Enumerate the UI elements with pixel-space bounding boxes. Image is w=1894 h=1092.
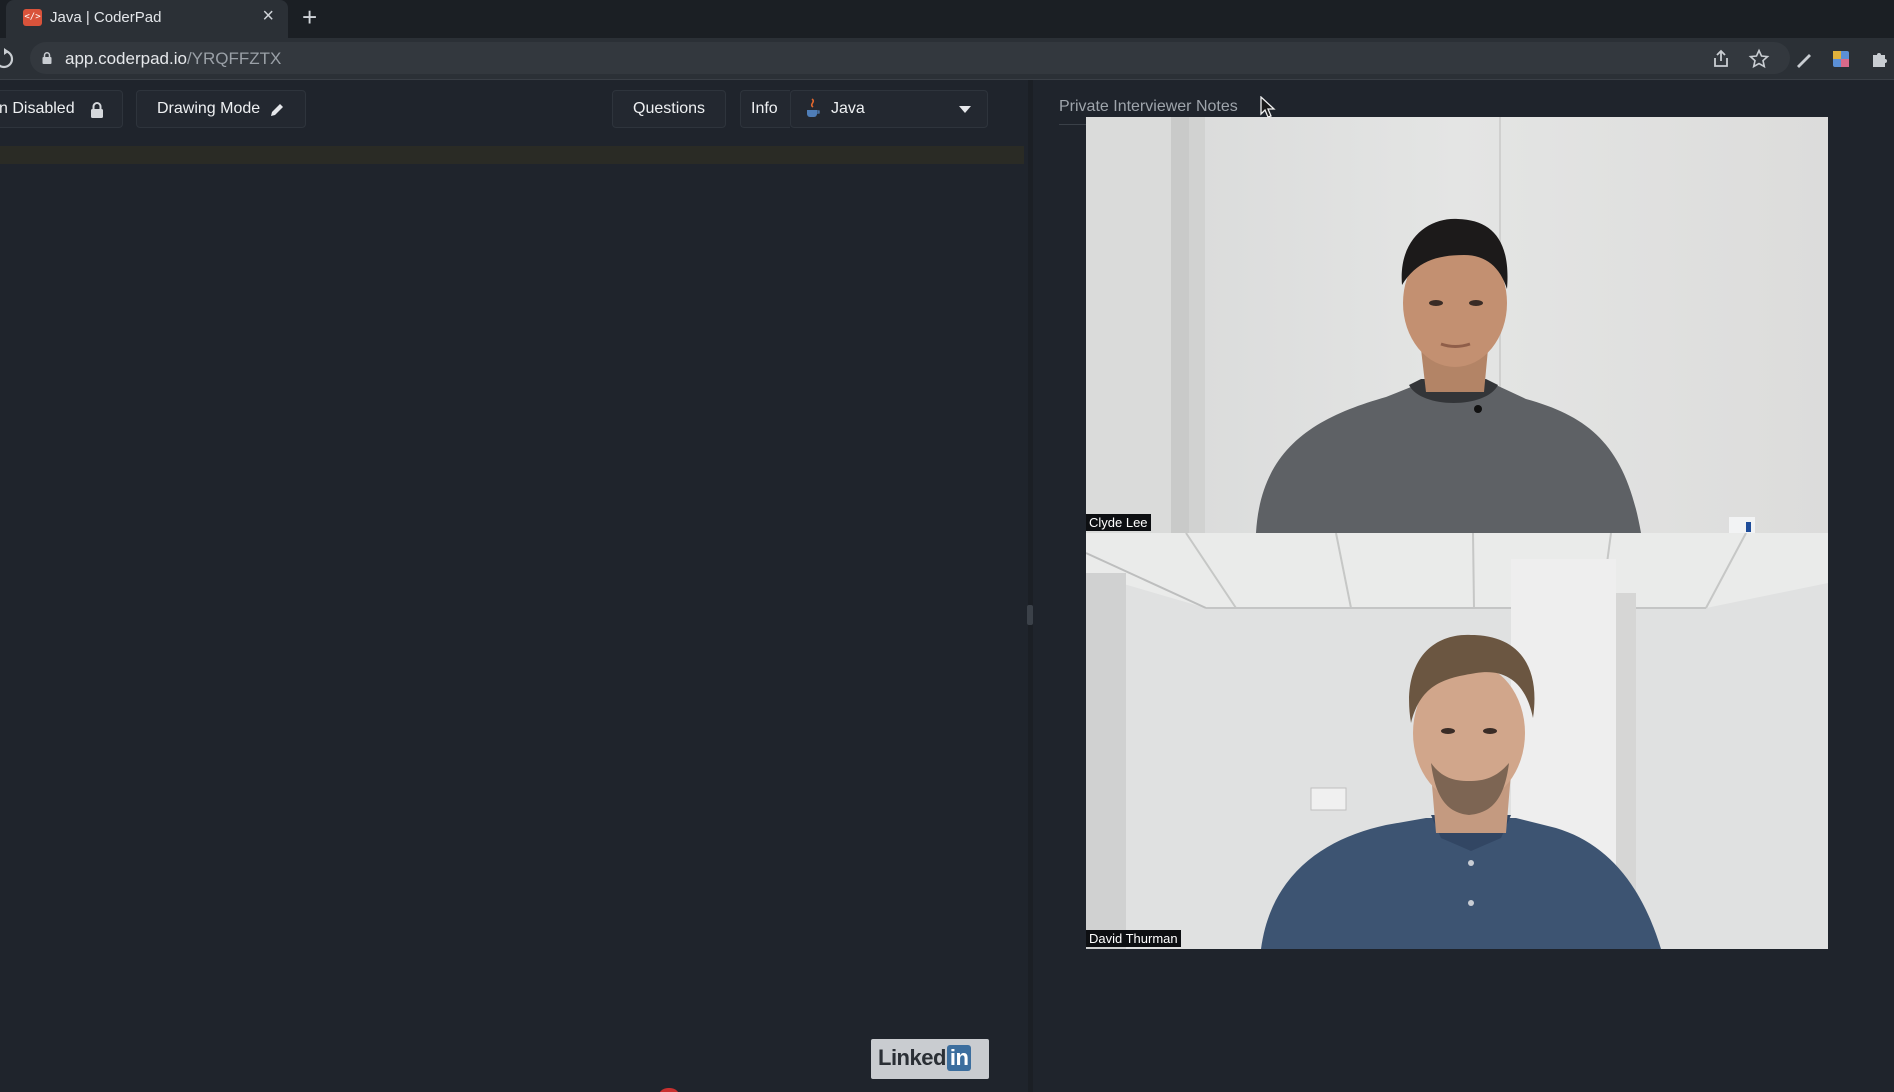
participant-video-2	[1086, 533, 1828, 949]
url-domain: app.coderpad.io	[65, 49, 187, 68]
pen-icon[interactable]	[1793, 48, 1815, 70]
language-label: Java	[831, 100, 865, 117]
star-icon[interactable]	[1748, 48, 1770, 70]
browser-tab-strip: </> Java | CoderPad × +	[0, 0, 1894, 38]
language-select[interactable]: Java	[790, 90, 988, 128]
drawing-mode-label: Drawing Mode	[157, 100, 261, 117]
linkedin-in-badge: in	[946, 1045, 972, 1071]
linkedin-text: Linked	[878, 1045, 946, 1070]
video-tile-clyde[interactable]: Clyde Lee	[1086, 117, 1828, 533]
active-line-highlight	[0, 146, 1024, 164]
private-notes-tab[interactable]: Private Interviewer Notes	[1059, 98, 1238, 116]
java-cup-icon	[807, 98, 820, 117]
url-path: /YRQFFZTX	[186, 49, 282, 68]
new-tab-button[interactable]: +	[302, 4, 317, 30]
chevron-down-icon	[959, 106, 971, 113]
participant-name-tag: David Thurman	[1086, 930, 1181, 947]
address-bar: app.coderpad.io/YRQFFZTX	[0, 38, 1894, 80]
tab-close-icon[interactable]: ×	[262, 6, 274, 26]
playback-disabled-button[interactable]: n Disabled	[0, 90, 123, 128]
participant-name-tag: Clyde Lee	[1086, 514, 1151, 531]
url-text: app.coderpad.io/YRQFFZTX	[65, 49, 281, 69]
linkedin-logo: Linked in	[871, 1039, 989, 1079]
lock-icon	[42, 52, 52, 64]
reload-icon[interactable]	[0, 48, 14, 70]
participant-video-1	[1086, 117, 1828, 533]
share-icon[interactable]	[1710, 48, 1732, 70]
right-pane: Private Interviewer Notes Clyde Lee Davi…	[1033, 80, 1894, 1092]
coderpad-favicon-icon: </>	[23, 9, 42, 26]
profile-icon[interactable]	[1830, 48, 1852, 70]
info-button[interactable]: Info	[740, 90, 790, 128]
code-editor-pane: n Disabled Drawing Mode Questions Info J…	[0, 80, 1024, 1092]
lock-icon	[91, 102, 103, 118]
recording-indicator-icon	[658, 1088, 680, 1092]
tab-title: Java | CoderPad	[50, 9, 162, 26]
playback-label: n Disabled	[0, 100, 75, 117]
browser-tab[interactable]: </> Java | CoderPad ×	[6, 0, 288, 38]
video-tile-david[interactable]: David Thurman	[1086, 533, 1828, 949]
pencil-icon	[271, 104, 283, 116]
drawing-mode-button[interactable]: Drawing Mode	[136, 90, 306, 128]
questions-button[interactable]: Questions	[612, 90, 726, 128]
app-root: </> Java | CoderPad × + app.coderpad.io/…	[0, 0, 1894, 1092]
url-field[interactable]: app.coderpad.io/YRQFFZTX	[30, 42, 1790, 74]
extensions-icon[interactable]	[1868, 48, 1890, 70]
editor-toolbar: n Disabled Drawing Mode Questions Info J…	[0, 80, 1024, 140]
mouse-cursor-icon	[1260, 96, 1276, 118]
